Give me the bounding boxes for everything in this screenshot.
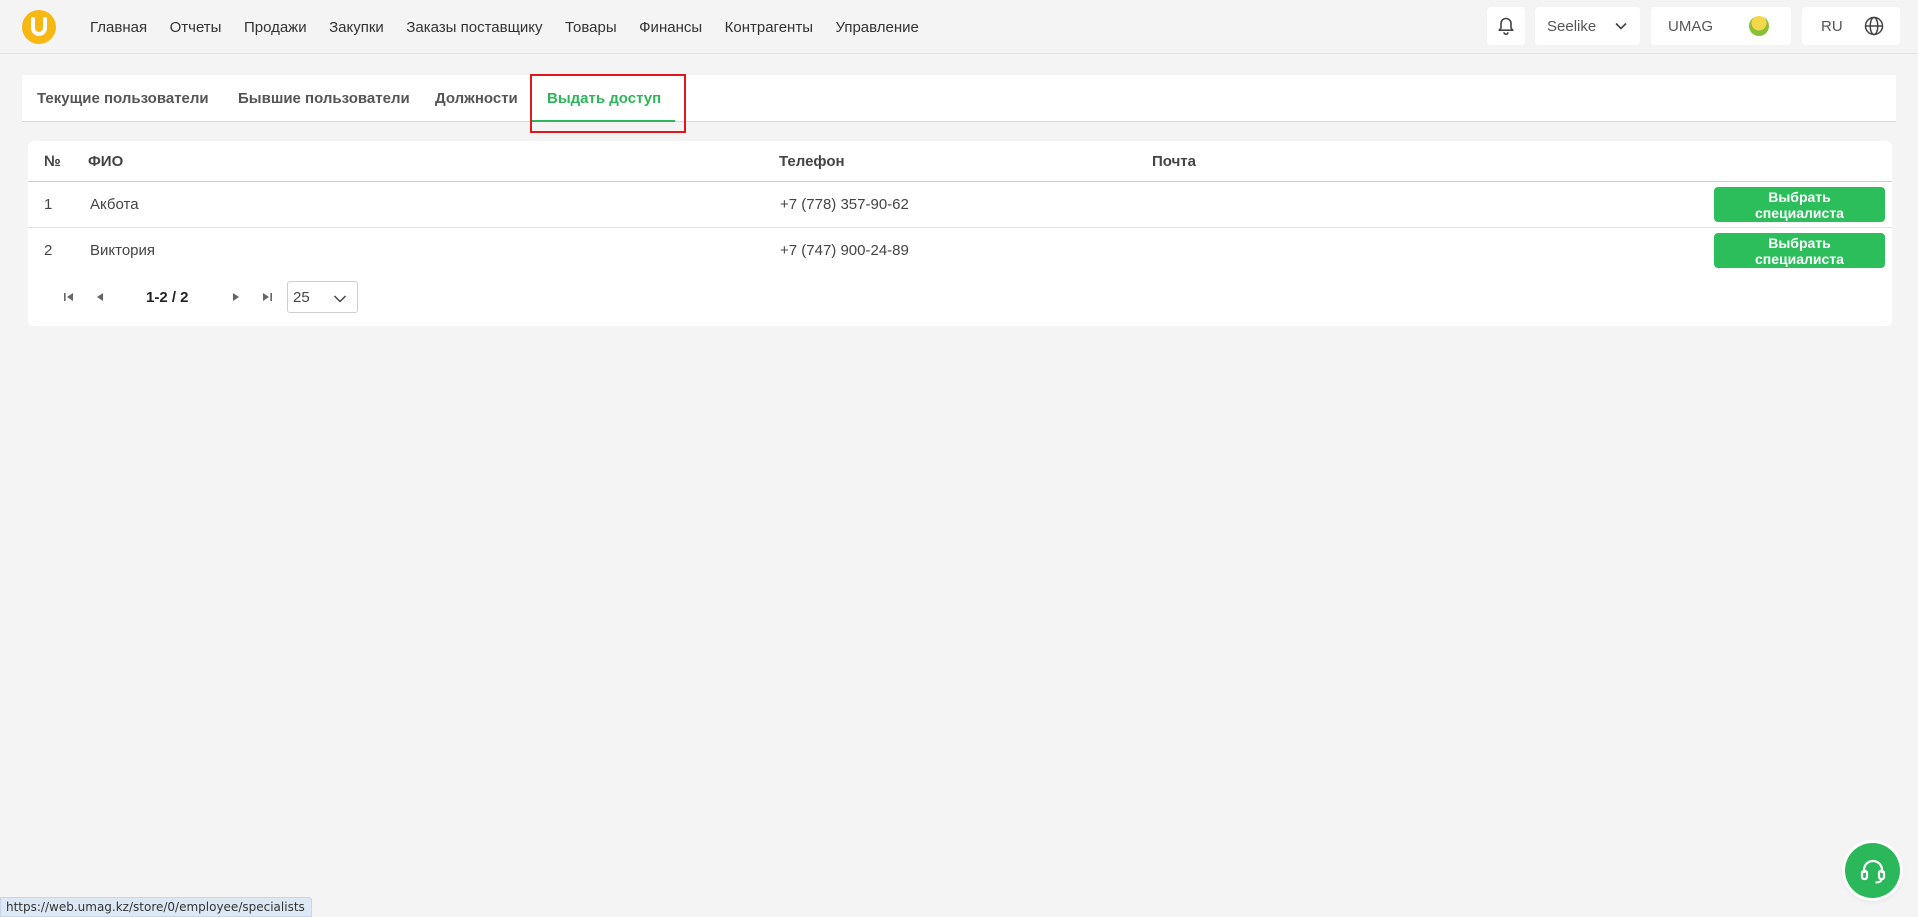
nav-item-management[interactable]: Управление xyxy=(835,19,918,36)
first-page-icon[interactable] xyxy=(61,289,77,305)
table-row: 2 Виктория +7 (747) 900-24-89 Выбрать сп… xyxy=(28,228,1892,274)
nav-item-counterparties[interactable]: Контрагенты xyxy=(725,19,813,36)
prev-page-icon[interactable] xyxy=(92,289,108,305)
nav-item-finance[interactable]: Финансы xyxy=(639,19,702,36)
user-name: UMAG xyxy=(1668,17,1713,35)
row-name: Акбота xyxy=(90,196,139,213)
avatar xyxy=(1749,16,1769,36)
umag-logo[interactable] xyxy=(22,10,56,44)
chevron-down-icon xyxy=(1615,22,1627,30)
page-info: 1-2 / 2 xyxy=(146,289,189,306)
header-number: № xyxy=(44,153,61,170)
last-page-icon[interactable] xyxy=(259,289,275,305)
company-selector[interactable]: Seelike xyxy=(1535,7,1640,45)
notifications-button[interactable] xyxy=(1487,7,1525,45)
header-email: Почта xyxy=(1152,153,1196,170)
headset-icon xyxy=(1860,859,1885,883)
nav-item-products[interactable]: Товары xyxy=(565,19,617,36)
logo-u-icon xyxy=(31,17,47,36)
bell-icon xyxy=(1498,17,1514,36)
row-phone: +7 (778) 357-90-62 xyxy=(780,196,909,213)
row-phone: +7 (747) 900-24-89 xyxy=(780,242,909,259)
nav-item-supplier-orders[interactable]: Заказы поставщику xyxy=(406,19,542,36)
nav-item-sales[interactable]: Продажи xyxy=(244,19,307,36)
page-size-value: 25 xyxy=(293,289,310,306)
nav-item-home[interactable]: Главная xyxy=(90,19,147,36)
tab-former-users[interactable]: Бывшие пользователи xyxy=(238,75,410,121)
row-number: 2 xyxy=(44,242,53,259)
tab-current-users[interactable]: Текущие пользователи xyxy=(37,75,209,121)
nav-item-reports[interactable]: Отчеты xyxy=(170,19,222,36)
page-size-select[interactable]: 25 xyxy=(287,281,358,313)
header-name: ФИО xyxy=(88,153,124,170)
language-code: RU xyxy=(1821,17,1843,35)
user-menu[interactable]: UMAG xyxy=(1651,7,1791,45)
support-chat-button[interactable] xyxy=(1845,843,1900,898)
tab-positions[interactable]: Должности xyxy=(435,75,518,121)
status-bar-url: https://web.umag.kz/store/0/employee/spe… xyxy=(0,897,312,917)
nav-item-purchases[interactable]: Закупки xyxy=(329,19,384,36)
header-phone: Телефон xyxy=(779,153,845,170)
tab-grant-access[interactable]: Выдать доступ xyxy=(532,75,676,122)
table-header: № ФИО Телефон Почта xyxy=(28,141,1892,182)
select-specialist-button[interactable]: Выбрать специалиста xyxy=(1714,187,1885,222)
select-specialist-button[interactable]: Выбрать специалиста xyxy=(1714,233,1885,268)
company-name: Seelike xyxy=(1547,17,1597,35)
row-name: Виктория xyxy=(90,242,156,259)
next-page-icon[interactable] xyxy=(228,289,244,305)
tabs-panel: Текущие пользователи Бывшие пользователи… xyxy=(22,75,1896,122)
table-row: 1 Акбота +7 (778) 357-90-62 Выбрать спец… xyxy=(28,182,1892,228)
main-nav: Главная Отчеты Продажи Закупки Заказы по… xyxy=(90,0,941,54)
chevron-down-icon xyxy=(333,295,347,303)
globe-icon xyxy=(1864,16,1884,36)
pagination: 1-2 / 2 25 xyxy=(28,281,428,313)
specialists-table: № ФИО Телефон Почта 1 Акбота +7 (778) 35… xyxy=(28,141,1892,326)
row-number: 1 xyxy=(44,196,53,213)
top-navbar: Главная Отчеты Продажи Закупки Заказы по… xyxy=(0,0,1918,54)
language-selector[interactable]: RU xyxy=(1802,7,1900,45)
